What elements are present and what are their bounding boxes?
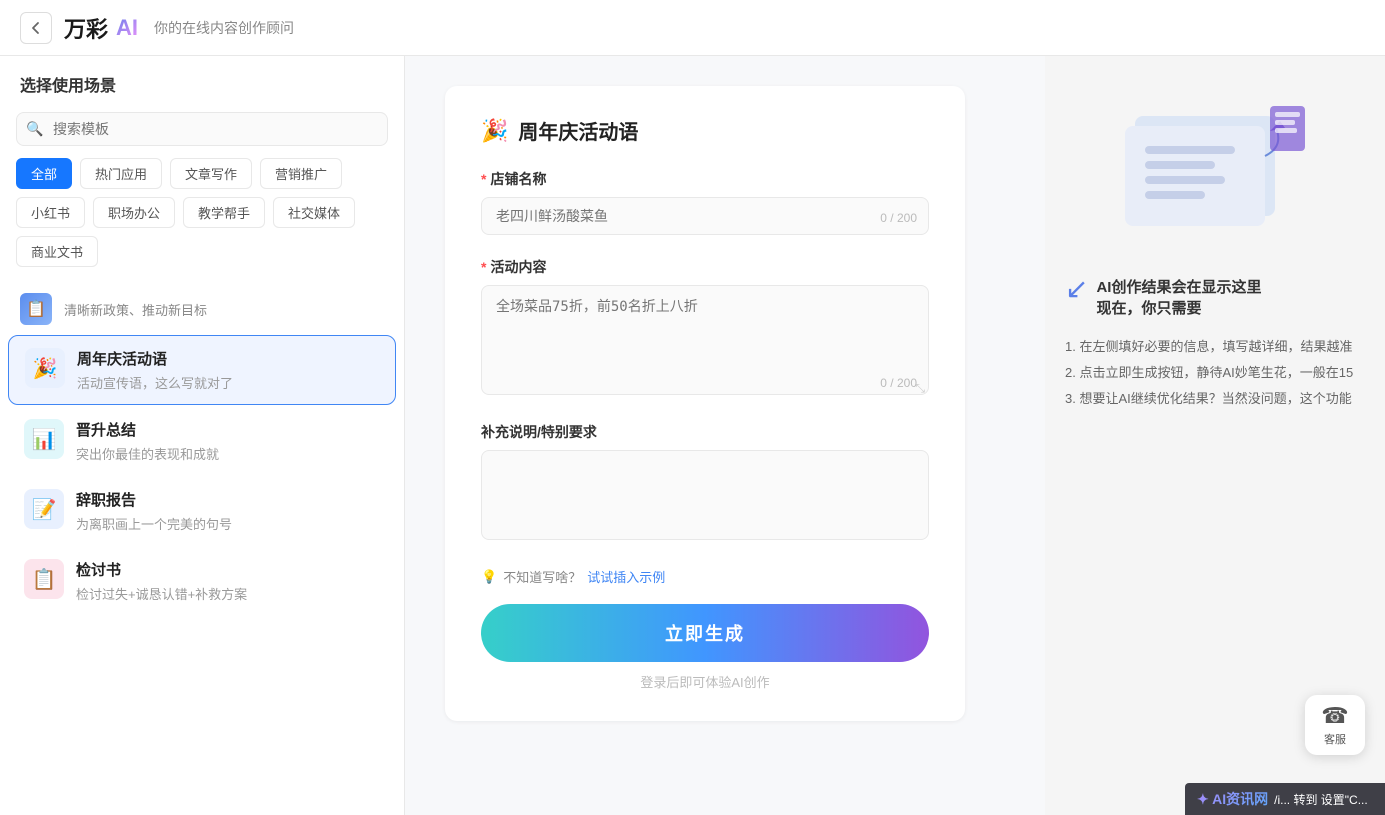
extra-notes-label: 补充说明/特别要求	[481, 422, 929, 442]
template-item-review[interactable]: 📋 检讨书 检讨过失+诚恳认错+补救方案	[8, 547, 396, 615]
template-item-promotion[interactable]: 📊 晋升总结 突出你最佳的表现和成就	[8, 407, 396, 475]
form-title: 周年庆活动语	[518, 116, 638, 145]
template-info-resignation: 辞职报告 为离职画上一个完美的句号	[76, 489, 380, 533]
extra-notes-textarea[interactable]	[481, 450, 929, 540]
tag-social[interactable]: 社交媒体	[273, 197, 355, 228]
policy-item[interactable]: 📋 清晰新政策、推动新目标	[0, 285, 404, 333]
template-desc-promotion: 突出你最佳的表现和成就	[76, 444, 380, 463]
extra-notes-group: 补充说明/特别要求	[481, 422, 929, 545]
bottom-bar-logo: ✦ AI资讯网	[1197, 789, 1268, 809]
policy-icon: 📋	[20, 293, 52, 325]
tag-all[interactable]: 全部	[16, 158, 72, 189]
template-name-review: 检讨书	[76, 559, 380, 580]
header: 万彩 AI 你的在线内容创作顾问	[0, 0, 1385, 56]
header-subtitle: 你的在线内容创作顾问	[154, 18, 294, 38]
template-icon-promotion: 📊	[24, 419, 64, 459]
form-header-icon: 🎉	[481, 118, 508, 144]
ai-step-2: 2. 点击立即生成按钮，静待AI妙笔生花，一般在15	[1065, 360, 1353, 386]
template-info-promotion: 晋升总结 突出你最佳的表现和成就	[76, 419, 380, 463]
shop-name-wrap: 0 / 200	[481, 197, 929, 235]
tag-article[interactable]: 文章写作	[170, 158, 252, 189]
resize-handle[interactable]: ⤡	[915, 381, 925, 396]
logo-text: 万彩	[64, 12, 108, 44]
ai-result-section: ↙ AI创作结果会在显示这里 现在，你只需要	[1065, 276, 1261, 318]
shop-name-label-text: 店铺名称	[490, 169, 546, 189]
tag-office[interactable]: 职场办公	[93, 197, 175, 228]
activity-content-char-count: 0 / 200	[880, 376, 917, 390]
template-desc-review: 检讨过失+诚恳认错+补救方案	[76, 584, 380, 603]
customer-service-label: 客服	[1324, 731, 1346, 747]
form-card: 🎉 周年庆活动语 * 店铺名称 0 / 200 * 活动内容	[445, 86, 965, 721]
hint-link[interactable]: 试试插入示例	[587, 567, 665, 586]
hint-prefix: 不知道写啥？	[503, 567, 581, 586]
tag-xiaohongshu[interactable]: 小红书	[16, 197, 85, 228]
shop-name-char-count: 0 / 200	[880, 211, 917, 225]
form-header: 🎉 周年庆活动语	[481, 116, 929, 145]
required-star-2: *	[481, 259, 486, 275]
ai-steps: 1. 在左侧填好必要的信息，填写越详细，结果越准 2. 点击立即生成按钮，静待A…	[1065, 334, 1353, 412]
search-input[interactable]	[16, 112, 388, 146]
extra-notes-label-text: 补充说明/特别要求	[481, 422, 597, 442]
activity-content-textarea[interactable]	[481, 285, 929, 395]
arrow-icon: ↙	[1065, 272, 1088, 305]
sidebar-title: 选择使用场景	[0, 56, 404, 104]
main-layout: 选择使用场景 🔍 全部 热门应用 文章写作 营销推广 小红书 职场办公 教学帮手…	[0, 56, 1385, 815]
template-desc-resignation: 为离职画上一个完美的句号	[76, 514, 380, 533]
login-hint: 登录后即可体验AI创作	[481, 672, 929, 691]
template-item-anniversary[interactable]: 🎉 周年庆活动语 活动宣传语，这么写就对了	[8, 335, 396, 405]
ai-step-1: 1. 在左侧填好必要的信息，填写越详细，结果越准	[1065, 334, 1353, 360]
template-item-resignation[interactable]: 📝 辞职报告 为离职画上一个完美的句号	[8, 477, 396, 545]
template-icon-resignation: 📝	[24, 489, 64, 529]
category-tags: 全部 热门应用 文章写作 营销推广 小红书 职场办公 教学帮手 社交媒体 商业文…	[0, 158, 404, 267]
logo-ai: AI	[116, 15, 138, 41]
template-desc-anniversary: 活动宣传语，这么写就对了	[77, 373, 379, 392]
customer-service-icon: ☎	[1321, 703, 1348, 729]
activity-content-group: * 活动内容 0 / 200 ⤡	[481, 257, 929, 400]
template-info-review: 检讨书 检讨过失+诚恳认错+补救方案	[76, 559, 380, 603]
tag-teaching[interactable]: 教学帮手	[183, 197, 265, 228]
template-icon-anniversary: 🎉	[25, 348, 65, 388]
required-star-1: *	[481, 171, 486, 187]
activity-content-wrap: 0 / 200 ⤡	[481, 285, 929, 400]
activity-content-label-text: 活动内容	[490, 257, 546, 277]
template-list: 📋 清晰新政策、推动新目标 🎉 周年庆活动语 活动宣传语，这么写就对了 📊 晋升…	[0, 277, 404, 815]
tag-marketing[interactable]: 营销推广	[260, 158, 342, 189]
logo: 万彩 AI	[64, 12, 138, 44]
search-icon: 🔍	[26, 121, 43, 138]
sidebar: 选择使用场景 🔍 全部 热门应用 文章写作 营销推广 小红书 职场办公 教学帮手…	[0, 56, 405, 815]
ai-result-line1: AI创作结果会在显示这里	[1096, 276, 1261, 297]
shop-name-input[interactable]	[481, 197, 929, 235]
content-area: 🎉 周年庆活动语 * 店铺名称 0 / 200 * 活动内容	[405, 56, 1045, 815]
activity-content-label: * 活动内容	[481, 257, 929, 277]
template-icon-review: 📋	[24, 559, 64, 599]
illustration	[1115, 96, 1315, 256]
template-name-resignation: 辞职报告	[76, 489, 380, 510]
shop-name-group: * 店铺名称 0 / 200	[481, 169, 929, 235]
shop-name-label: * 店铺名称	[481, 169, 929, 189]
template-name-promotion: 晋升总结	[76, 419, 380, 440]
extra-notes-wrap	[481, 450, 929, 545]
ai-result-text: AI创作结果会在显示这里 现在，你只需要	[1096, 276, 1261, 318]
hint-row: 💡 不知道写啥？ 试试插入示例	[481, 567, 929, 586]
generate-button[interactable]: 立即生成	[481, 604, 929, 662]
tag-hot[interactable]: 热门应用	[80, 158, 162, 189]
tag-business[interactable]: 商业文书	[16, 236, 98, 267]
template-name-anniversary: 周年庆活动语	[77, 348, 379, 369]
template-info-anniversary: 周年庆活动语 活动宣传语，这么写就对了	[77, 348, 379, 392]
bottom-bar: ✦ AI资讯网 /i... 转到 设置"C...	[1185, 783, 1385, 815]
back-button[interactable]	[20, 12, 52, 44]
bottom-bar-text: /i... 转到 设置"C...	[1274, 791, 1368, 808]
hint-icon: 💡	[481, 569, 497, 585]
customer-service-button[interactable]: ☎ 客服	[1305, 695, 1365, 755]
ai-result-line2: 现在，你只需要	[1096, 297, 1261, 318]
policy-text: 清晰新政策、推动新目标	[64, 300, 207, 319]
ai-step-3: 3. 想要让AI继续优化结果？当然没问题，这个功能	[1065, 386, 1353, 412]
search-box: 🔍	[16, 112, 388, 146]
